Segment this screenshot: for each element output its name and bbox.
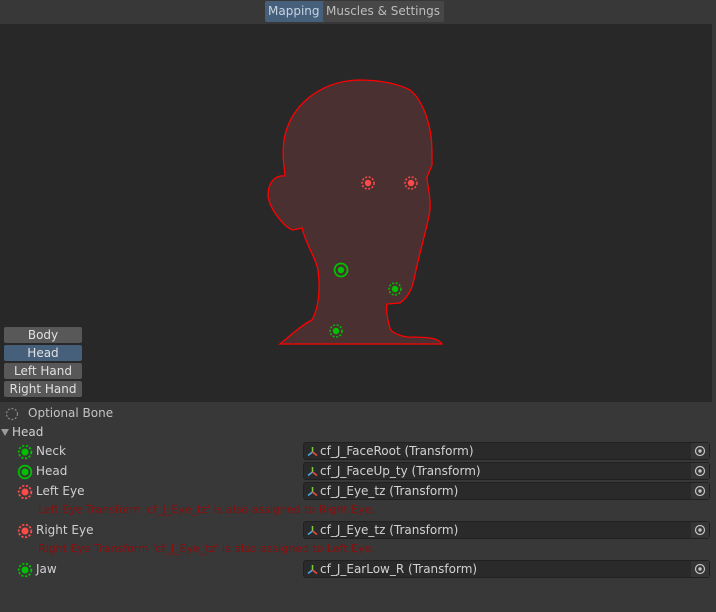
target-icon: [694, 445, 706, 457]
object-picker-button[interactable]: [691, 561, 709, 577]
target-icon: [694, 485, 706, 497]
bone-label: Left Eye: [36, 484, 85, 498]
bone-row-left-eye: Left Eye cf_J_Eye_tz (Transform): [0, 482, 716, 501]
bone-transform-value: cf_J_FaceUp_ty (Transform): [320, 464, 481, 478]
bone-row-head: Head cf_J_FaceUp_ty (Transform): [0, 462, 716, 481]
transform-icon: [307, 487, 318, 497]
transform-icon: [307, 565, 318, 575]
object-picker-button[interactable]: [691, 522, 709, 538]
transform-icon: [307, 526, 318, 536]
bone-transform-value: cf_J_EarLow_R (Transform): [320, 562, 478, 576]
bone-transform-value: cf_J_Eye_tz (Transform): [320, 484, 459, 498]
bone-status-icon: [17, 484, 33, 500]
bone-row-right-eye: Right Eye cf_J_Eye_tz (Transform): [0, 521, 716, 540]
bone-status-icon: [17, 444, 33, 460]
section-head-label: Head: [12, 425, 44, 439]
bone-status-icon: [17, 464, 33, 480]
optional-bone-legend: Optional Bone: [0, 404, 716, 423]
object-picker-button[interactable]: [691, 443, 709, 459]
section-head-foldout[interactable]: Head: [0, 423, 716, 442]
region-right-hand-button[interactable]: Right Hand: [4, 381, 82, 397]
bone-error-message: Right Eye Transform 'cf_J_Eye_tz' is als…: [38, 542, 375, 555]
bone-label: Jaw: [36, 562, 57, 576]
bone-label: Right Eye: [36, 523, 94, 537]
bone-transform-value: cf_J_Eye_tz (Transform): [320, 523, 459, 537]
object-picker-button[interactable]: [691, 483, 709, 499]
transform-icon: [307, 467, 318, 477]
head-outline: [267, 79, 444, 345]
triangle-down-icon: [1, 429, 9, 436]
region-left-hand-button[interactable]: Left Hand: [4, 363, 82, 379]
bone-row-neck: Neck cf_J_FaceRoot (Transform): [0, 442, 716, 461]
target-icon: [694, 563, 706, 575]
bone-transform-field[interactable]: cf_J_FaceRoot (Transform): [303, 442, 710, 460]
object-picker-button[interactable]: [691, 463, 709, 479]
region-body-button[interactable]: Body: [4, 327, 82, 343]
target-icon: [694, 465, 706, 477]
bone-transform-field[interactable]: cf_J_FaceUp_ty (Transform): [303, 462, 710, 480]
bone-row-jaw: Jaw cf_J_EarLow_R (Transform): [0, 560, 716, 579]
target-icon: [694, 524, 706, 536]
bone-label: Head: [36, 464, 68, 478]
bone-transform-field[interactable]: cf_J_Eye_tz (Transform): [303, 482, 710, 500]
optional-bone-label: Optional Bone: [28, 406, 114, 420]
bone-transform-value: cf_J_FaceRoot (Transform): [320, 444, 474, 458]
transform-icon: [307, 447, 318, 457]
bone-status-icon: [17, 562, 33, 578]
bone-transform-field[interactable]: cf_J_EarLow_R (Transform): [303, 560, 710, 578]
bone-transform-field[interactable]: cf_J_Eye_tz (Transform): [303, 521, 710, 539]
optional-bone-icon: [5, 407, 19, 421]
region-head-button[interactable]: Head: [4, 345, 82, 361]
bone-status-icon: [17, 523, 33, 539]
bone-label: Neck: [36, 444, 66, 458]
bone-error-message: Left Eye Transform 'cf_J_Eye_tz' is also…: [38, 503, 375, 516]
